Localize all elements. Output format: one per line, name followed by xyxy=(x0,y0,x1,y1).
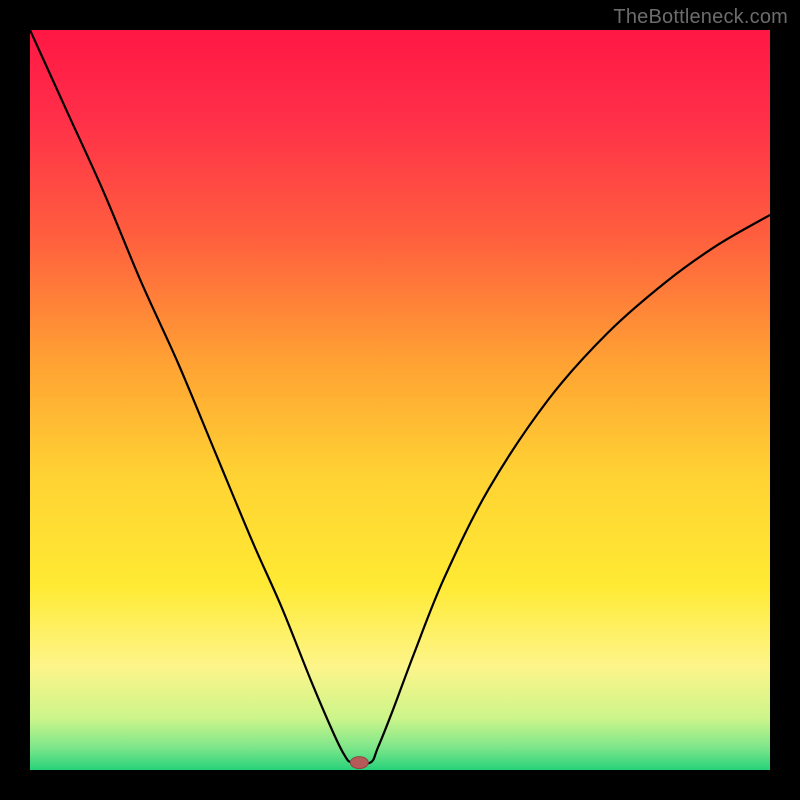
bottleneck-chart-svg xyxy=(30,30,770,770)
watermark-text: TheBottleneck.com xyxy=(613,6,788,29)
chart-frame: TheBottleneck.com xyxy=(0,0,800,800)
gradient-background xyxy=(30,30,770,770)
optimum-marker xyxy=(350,757,368,769)
plot-area xyxy=(30,30,770,770)
